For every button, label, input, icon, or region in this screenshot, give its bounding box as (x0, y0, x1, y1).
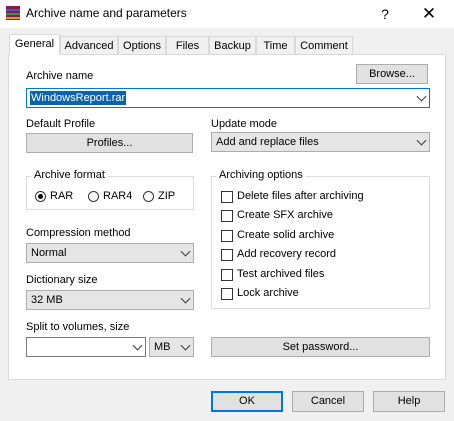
radio-rar4-label[interactable]: RAR4 (103, 190, 132, 202)
default-profile-label: Default Profile (26, 118, 96, 130)
recovery-record-label[interactable]: Add recovery record (237, 248, 336, 260)
ok-button[interactable]: OK (211, 391, 283, 412)
compression-method-value: Normal (31, 247, 67, 259)
chevron-down-icon[interactable] (180, 246, 191, 257)
dictionary-size-select[interactable]: 32 MB (26, 290, 194, 310)
radio-rar[interactable] (35, 191, 46, 202)
browse-button[interactable]: Browse... (356, 64, 428, 84)
cancel-button[interactable]: Cancel (292, 391, 364, 412)
compression-method-select[interactable]: Normal (26, 243, 194, 263)
tab-general[interactable]: General (9, 34, 60, 55)
tab-files[interactable]: Files (166, 36, 209, 54)
archive-format-label: Archive format (31, 169, 108, 181)
radio-zip-label[interactable]: ZIP (158, 190, 175, 202)
help-button[interactable]: Help (373, 391, 445, 412)
tab-comment[interactable]: Comment (295, 36, 353, 54)
tab-backup[interactable]: Backup (209, 36, 256, 54)
delete-files-label[interactable]: Delete files after archiving (237, 190, 364, 202)
set-password-button[interactable]: Set password... (211, 337, 430, 357)
update-mode-value: Add and replace files (216, 136, 319, 148)
window-title: Archive name and parameters (26, 6, 187, 20)
chevron-down-icon[interactable] (180, 340, 191, 351)
tab-options[interactable]: Options (118, 36, 166, 54)
create-sfx-label[interactable]: Create SFX archive (237, 209, 333, 221)
tab-advanced[interactable]: Advanced (60, 36, 118, 54)
archive-name-label: Archive name (26, 70, 94, 82)
radio-rar-label[interactable]: RAR (50, 190, 73, 202)
create-solid-label[interactable]: Create solid archive (237, 229, 334, 241)
profiles-button[interactable]: Profiles... (26, 133, 193, 153)
dictionary-size-label: Dictionary size (26, 274, 98, 286)
chevron-down-icon[interactable] (416, 91, 427, 102)
delete-files-checkbox[interactable] (221, 191, 233, 203)
chevron-down-icon[interactable] (180, 293, 191, 304)
create-solid-checkbox[interactable] (221, 230, 233, 242)
dictionary-size-value: 32 MB (31, 294, 63, 306)
radio-zip[interactable] (143, 191, 154, 202)
archiving-options-label: Archiving options (216, 169, 306, 181)
help-title-button[interactable]: ? (369, 0, 401, 28)
split-size-combo[interactable] (26, 337, 146, 357)
tab-time[interactable]: Time (256, 36, 295, 54)
lock-archive-checkbox[interactable] (221, 288, 233, 300)
test-archived-label[interactable]: Test archived files (237, 268, 324, 280)
create-sfx-checkbox[interactable] (221, 210, 233, 222)
compression-method-label: Compression method (26, 227, 131, 239)
lock-archive-label[interactable]: Lock archive (237, 287, 299, 299)
recovery-record-checkbox[interactable] (221, 249, 233, 261)
chevron-down-icon[interactable] (132, 340, 143, 351)
chevron-down-icon[interactable] (416, 135, 427, 146)
archive-name-combo[interactable]: WindowsReport.rar (26, 88, 430, 108)
radio-rar4[interactable] (88, 191, 99, 202)
split-volumes-label: Split to volumes, size (26, 321, 130, 333)
split-unit-select[interactable]: MB (149, 337, 194, 357)
split-unit-value: MB (154, 341, 171, 353)
test-archived-checkbox[interactable] (221, 269, 233, 281)
winrar-app-icon (6, 6, 20, 20)
archive-name-value[interactable]: WindowsReport.rar (30, 91, 127, 105)
update-mode-select[interactable]: Add and replace files (211, 132, 430, 152)
radio-selected-dot (38, 194, 43, 199)
close-icon[interactable]: ✕ (413, 0, 445, 28)
update-mode-label: Update mode (211, 118, 278, 130)
